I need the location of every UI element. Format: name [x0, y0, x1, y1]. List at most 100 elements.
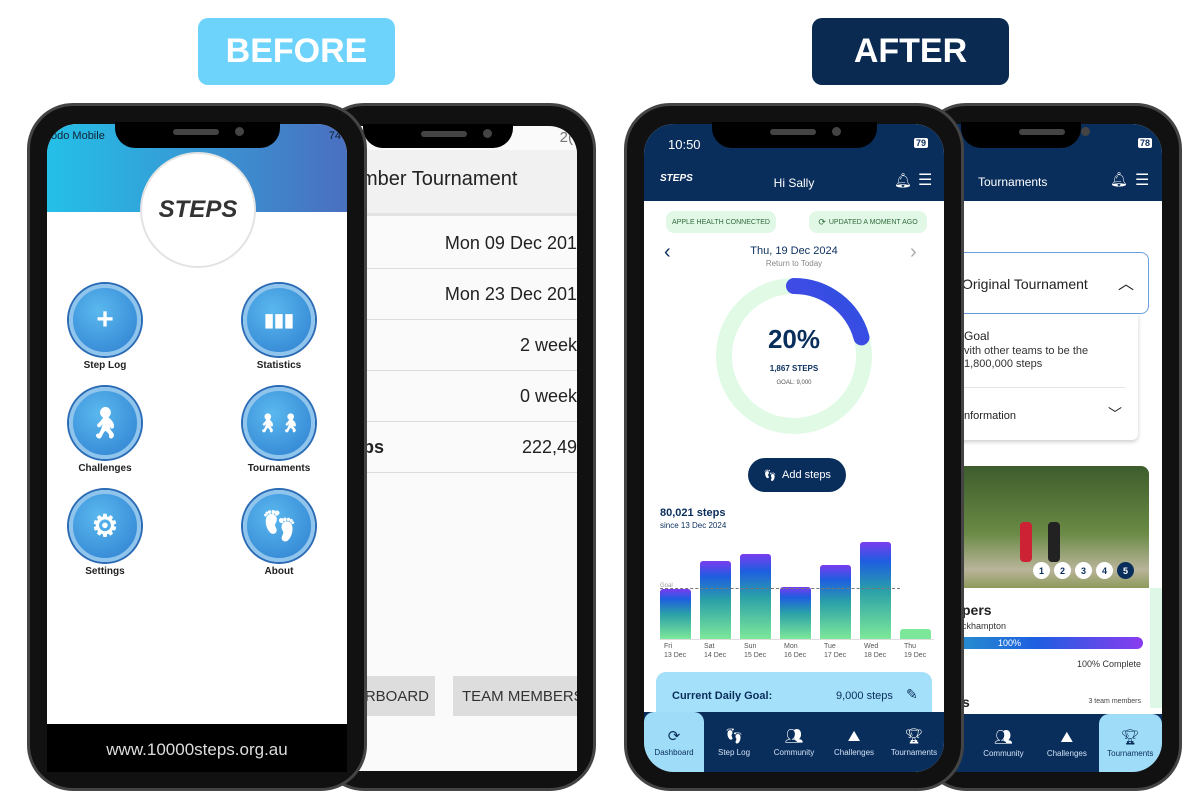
nav-tournaments[interactable]: 🏆︎ Tournaments: [884, 712, 944, 772]
row-value: 0 week: [519, 385, 577, 406]
add-steps-button[interactable]: 👣︎ Add steps: [748, 458, 846, 492]
team-subtitle: ckhampton: [962, 621, 1007, 631]
x-tick-label: Sat 14 Dec: [704, 643, 727, 659]
goal-line: [660, 587, 900, 589]
tile-label[interactable]: About: [224, 566, 334, 577]
information-toggle[interactable]: nformation: [964, 410, 1016, 422]
table-row: Steps222,49: [341, 422, 577, 473]
table-row: 0 week: [341, 371, 577, 422]
nav-label: Dashboard: [654, 748, 694, 757]
add-steps-label: Add steps: [782, 469, 831, 481]
dashboard-phone: 10:50 79 STEPS Hi Sally 🔔︎ ☰ APPLE HEALT…: [624, 103, 964, 791]
chart-bar[interactable]: [660, 589, 691, 639]
bell-icon[interactable]: 🔔︎: [1110, 171, 1128, 188]
nav-label: Challenges: [1046, 748, 1087, 758]
carousel-dot[interactable]: 1: [1033, 562, 1050, 579]
steps-bar-chart: Goal: [660, 534, 934, 640]
edit-icon[interactable]: ✎: [906, 686, 918, 703]
chevron-up-icon[interactable]: ︿: [1118, 270, 1134, 294]
refresh-icon: ⟳: [818, 216, 826, 227]
menu-icon[interactable]: ☰: [1135, 170, 1149, 190]
team-title: pers: [962, 602, 992, 618]
tournament-title: Original Tournament: [962, 276, 1088, 292]
nav-challenges[interactable]: ⛰︎ Challenges: [1035, 714, 1098, 772]
community-icon: 👥︎: [784, 728, 804, 745]
goal-text: GOAL: 9,000: [776, 380, 812, 386]
walker-icon[interactable]: 🚶︎: [69, 387, 141, 459]
nav-community[interactable]: 👥︎ Community: [972, 714, 1035, 772]
nav-label: Community: [773, 748, 815, 757]
chart-bar[interactable]: [860, 541, 891, 639]
nav-label: Challenges: [833, 747, 875, 757]
x-tick-label: Wed 18 Dec: [864, 643, 887, 659]
carousel-dot[interactable]: 2: [1054, 562, 1071, 579]
steps-text: 1,867 STEPS: [769, 364, 819, 373]
updated-badge[interactable]: ⟳ UPDATED A MOMENT AGO: [809, 211, 927, 233]
goal-text: vith other teams to be the: [964, 345, 1089, 357]
walkers-icon[interactable]: 🚶︎🚶︎: [243, 387, 315, 459]
chart-bar[interactable]: [900, 628, 931, 639]
nav-dashboard[interactable]: ⟳ Dashboard: [644, 712, 704, 772]
menu-icon[interactable]: ☰: [918, 170, 932, 190]
status-text: 2(: [559, 129, 573, 146]
tile-label[interactable]: Settings: [50, 566, 160, 577]
nav-tournaments[interactable]: 🏆︎ Tournaments: [1098, 714, 1162, 772]
plus-icon[interactable]: +: [69, 284, 141, 356]
members-count: 3 team members: [1088, 698, 1141, 705]
chart-bar[interactable]: [780, 586, 811, 639]
tile-label[interactable]: Step Log: [50, 360, 160, 371]
clock: 10:50: [668, 137, 701, 152]
table-row: Mon 23 Dec 201: [341, 269, 577, 320]
progress-ring: [716, 278, 872, 434]
bell-icon[interactable]: 🔔︎: [894, 172, 912, 189]
total-steps: 80,021 steps: [660, 507, 726, 519]
community-icon: 👥︎: [993, 729, 1013, 746]
nav-label: Tournaments: [1107, 749, 1154, 758]
battery-text: 74: [328, 130, 341, 142]
row-value: 2 week: [519, 334, 577, 355]
goal-text: 1,800,000 steps: [964, 358, 1043, 370]
x-tick-label: Mon 16 Dec: [784, 643, 807, 659]
tile-label[interactable]: Challenges: [50, 463, 160, 474]
footprints-icon[interactable]: 👣︎: [243, 490, 315, 562]
return-today-link[interactable]: Return to Today: [644, 259, 944, 268]
footprints-icon: 👣︎: [763, 469, 778, 482]
goal-title: Goal: [964, 329, 990, 343]
trophy-icon: 🏆︎: [1120, 729, 1140, 746]
tile-label[interactable]: Tournaments: [224, 463, 334, 474]
refresh-icon: ⟳: [667, 728, 681, 745]
carousel-dot[interactable]: 4: [1096, 562, 1113, 579]
chart-bar[interactable]: [740, 554, 771, 639]
battery-text: 78: [1137, 138, 1152, 148]
gear-icon[interactable]: ⚙: [69, 490, 141, 562]
chart-bar[interactable]: [700, 561, 731, 639]
nav-label: Step Log: [717, 748, 751, 757]
chevron-down-icon[interactable]: ﹀: [1108, 404, 1122, 424]
complete-label: 100% Complete: [1076, 659, 1141, 669]
x-tick-label: Fri 13 Dec: [664, 643, 687, 659]
team-members-button[interactable]: TEAM MEMBERS: [453, 676, 577, 716]
before-label: BEFORE: [198, 18, 395, 85]
row-value: 222,49: [521, 436, 577, 457]
updated-text: UPDATED A MOMENT AGO: [828, 218, 918, 226]
mountain-flag-icon: ⛰︎: [847, 727, 861, 745]
carousel-dot[interactable]: 3: [1075, 562, 1092, 579]
app-logo: STEPS: [140, 152, 256, 268]
mountain-flag-icon: ⛰︎: [1060, 728, 1074, 746]
since-text: since 13 Dec 2024: [660, 521, 727, 530]
nav-challenges[interactable]: ⛰︎ Challenges: [824, 712, 884, 772]
current-date: Thu, 19 Dec 2024: [750, 245, 838, 257]
table-row: Mon 09 Dec 201: [341, 218, 577, 269]
bar-chart-icon[interactable]: ▮▮▮: [243, 284, 315, 356]
page-title: Tournaments: [978, 175, 1048, 189]
after-label: AFTER: [812, 18, 1009, 85]
chart-bar[interactable]: [820, 564, 851, 639]
nav-step-log[interactable]: 👣︎ Step Log: [704, 712, 764, 772]
daily-goal-value: 9,000 steps: [836, 690, 893, 702]
nav-community[interactable]: 👥︎ Community: [764, 712, 824, 772]
tile-label[interactable]: Statistics: [224, 360, 334, 371]
carousel-dot[interactable]: 5: [1117, 562, 1134, 579]
carrier-text: odo Mobile: [51, 130, 105, 142]
apple-health-badge: APPLE HEALTH CONNECTED: [666, 211, 776, 233]
footer-url[interactable]: www.10000steps.org.au: [47, 740, 347, 760]
